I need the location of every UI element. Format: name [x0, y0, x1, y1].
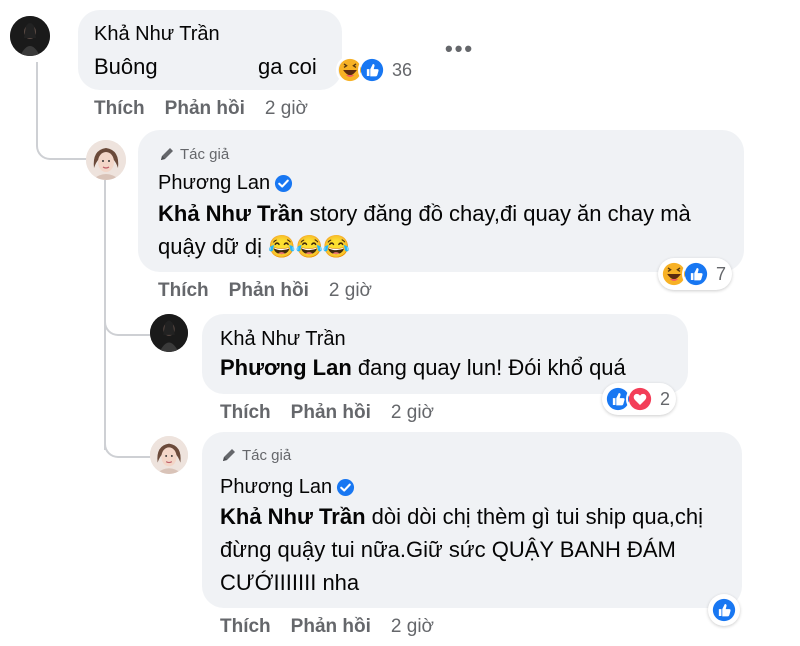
comment-author[interactable]: Khả Như Trần — [220, 328, 346, 351]
pencil-icon — [158, 145, 176, 163]
reply-button[interactable]: Phản hồi — [291, 616, 371, 638]
verified-badge-icon — [336, 478, 355, 497]
reply-button[interactable]: Phản hồi — [165, 98, 245, 120]
more-options-icon[interactable]: ••• — [445, 36, 474, 62]
timestamp[interactable]: 2 giờ — [391, 402, 434, 424]
like-reaction-icon — [358, 56, 386, 84]
timestamp[interactable]: 2 giờ — [329, 280, 372, 302]
reply-button[interactable]: Phản hồi — [229, 280, 309, 302]
pencil-icon — [220, 446, 238, 464]
comment-actions: Thích Phản hồi 2 giờ — [220, 616, 434, 638]
reaction-summary[interactable]: 36 — [334, 54, 418, 86]
like-button[interactable]: Thích — [220, 616, 271, 638]
reaction-count: 36 — [392, 59, 413, 80]
mention-link[interactable]: Khả Như Trần — [158, 201, 304, 226]
reaction-count: 2 — [660, 388, 671, 409]
reply-button[interactable]: Phản hồi — [291, 402, 371, 424]
comment-actions: Thích Phản hồi 2 giờ — [94, 98, 308, 120]
like-button[interactable]: Thích — [220, 402, 271, 424]
like-reaction-icon — [682, 260, 710, 288]
like-button[interactable]: Thích — [158, 280, 209, 302]
comment-text-tail: ga coi — [258, 54, 317, 79]
avatar[interactable] — [150, 436, 188, 474]
like-reaction-icon — [710, 596, 738, 624]
thread-connector — [104, 330, 150, 458]
like-button[interactable]: Thích — [94, 98, 145, 120]
avatar[interactable] — [10, 16, 50, 56]
comment-text: Khả Như Trần story đăng đồ chay,đi quay … — [158, 201, 691, 259]
reaction-count: 7 — [716, 263, 727, 284]
comment-author[interactable]: Phương Lan — [158, 172, 293, 195]
timestamp[interactable]: 2 giờ — [265, 98, 308, 120]
reaction-summary[interactable]: 2 — [602, 383, 677, 415]
comment-author[interactable]: Phương Lan — [220, 476, 355, 499]
reaction-summary[interactable]: 7 — [658, 258, 733, 290]
comment-author[interactable]: Khả Như Trần — [94, 23, 220, 46]
author-tag: Tác giả — [220, 446, 291, 464]
comment-actions: Thích Phản hồi 2 giờ — [220, 402, 434, 424]
timestamp[interactable]: 2 giờ — [391, 616, 434, 638]
verified-badge-icon — [274, 174, 293, 193]
mention-link[interactable]: Phương Lan — [220, 355, 352, 380]
love-reaction-icon — [626, 385, 654, 413]
avatar[interactable] — [86, 140, 126, 180]
mention-link[interactable]: Khả Như Trần — [220, 504, 366, 529]
comment-text: Buông — [94, 54, 158, 79]
avatar[interactable] — [150, 314, 188, 352]
comment-text: Phương Lan đang quay lun! Đói khổ quá — [220, 355, 626, 380]
comment-text: Khả Như Trần dòi dòi chị thèm gì tui shi… — [220, 504, 704, 595]
reaction-summary[interactable] — [708, 594, 740, 626]
comment-actions: Thích Phản hồi 2 giờ — [158, 280, 372, 302]
author-tag: Tác giả — [158, 145, 229, 163]
